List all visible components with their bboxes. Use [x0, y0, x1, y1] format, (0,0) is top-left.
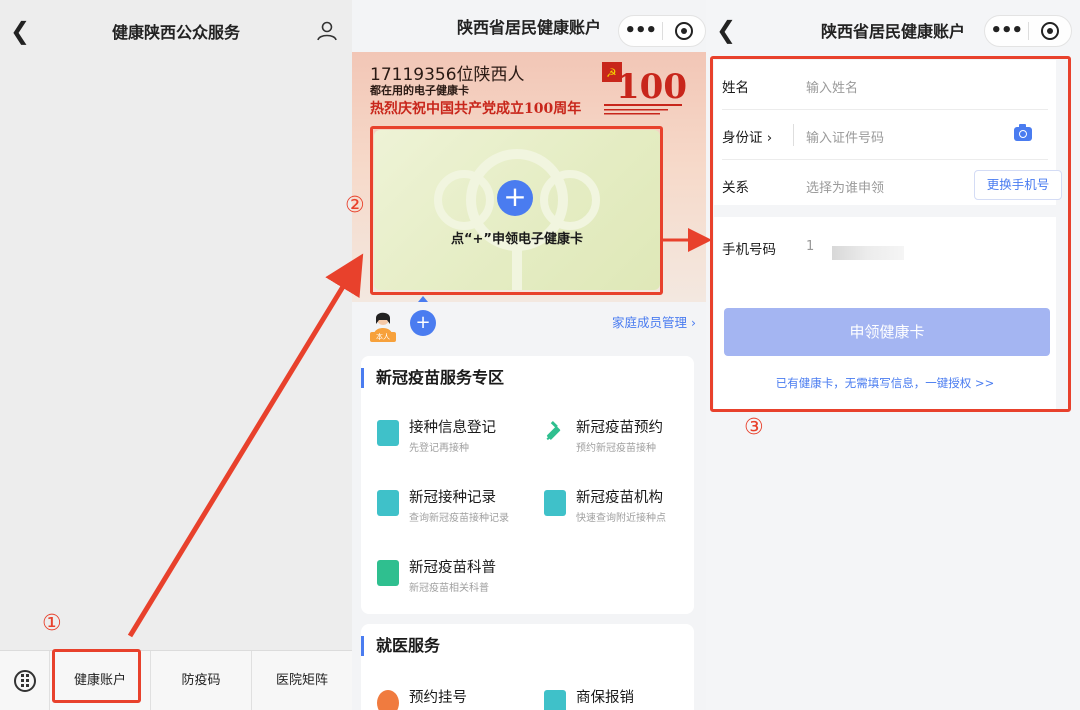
- clipboard-icon: [377, 420, 399, 446]
- service-vaccination-registration[interactable]: 接种信息登记 先登记再接种: [361, 404, 527, 466]
- service-name: 新冠疫苗科普: [409, 560, 496, 576]
- section-title: 就医服务: [361, 636, 440, 656]
- close-miniprogram-icon[interactable]: [662, 22, 705, 40]
- banner-subtitle: 都在用的电子健康卡: [370, 84, 469, 97]
- step-3-label: ③: [744, 415, 764, 440]
- medical-service-section: 就医服务 预约挂号 商保报销: [361, 624, 694, 710]
- party-100-logo: ☭ 100: [602, 62, 686, 115]
- service-appointment[interactable]: 预约挂号: [361, 674, 527, 710]
- service-name: 商保报销: [576, 690, 634, 706]
- back-chevron-icon[interactable]: ❮: [716, 16, 736, 44]
- service-desc: 新冠疫苗相关科普: [409, 583, 489, 594]
- avatar-icon: [374, 312, 392, 334]
- step-2-label: ②: [345, 193, 365, 218]
- indicator-triangle: [418, 296, 428, 302]
- service-vaccine-institution[interactable]: 新冠疫苗机构 快速查询附近接种点: [528, 474, 694, 536]
- miniprogram-capsule: •••: [618, 15, 706, 47]
- add-member-button[interactable]: +: [410, 310, 436, 336]
- annotation-box-1: [52, 649, 141, 703]
- page-title: 健康陕西公众服务: [111, 23, 240, 42]
- menu-hospital-matrix[interactable]: 医院矩阵: [252, 651, 352, 710]
- page-title: 陕西省居民健康账户: [456, 18, 601, 37]
- annotation-box-2: [370, 126, 663, 295]
- logo-100-text: 100: [616, 67, 686, 107]
- service-name: 预约挂号: [409, 690, 467, 706]
- step-1-label: ①: [42, 611, 62, 636]
- service-name: 新冠接种记录: [409, 490, 496, 506]
- record-card-icon: [377, 490, 399, 516]
- nav-bar: 陕西省居民健康账户 •••: [352, 0, 706, 52]
- annotation-box-3: [710, 56, 1071, 412]
- service-name: 接种信息登记: [409, 420, 496, 436]
- section-title: 新冠疫苗服务专区: [361, 368, 504, 388]
- service-desc: 查询新冠疫苗接种记录: [409, 513, 509, 524]
- nav-bar: ❮ 健康陕西公众服务: [0, 0, 352, 62]
- more-icon[interactable]: •••: [619, 15, 662, 47]
- service-desc: 先登记再接种: [409, 443, 469, 454]
- banner-slogan: 热烈庆祝中国共产党成立100周年: [370, 101, 582, 117]
- page-title: 陕西省居民健康账户: [820, 22, 965, 41]
- service-vaccination-record[interactable]: 新冠接种记录 查询新冠疫苗接种记录: [361, 474, 527, 536]
- nav-bar: ❮ 陕西省居民健康账户 •••: [706, 0, 1080, 60]
- panel-health-shaanxi-public: ❮ 健康陕西公众服务 健康账户 防疫码 医院矩阵: [0, 0, 352, 710]
- miniprogram-capsule: •••: [984, 15, 1072, 47]
- insurance-icon: [544, 690, 566, 710]
- back-chevron-icon[interactable]: ❮: [10, 17, 30, 45]
- close-miniprogram-icon[interactable]: [1028, 22, 1071, 40]
- book-icon: [377, 560, 399, 586]
- vaccine-service-section: 新冠疫苗服务专区 接种信息登记 先登记再接种 新冠疫苗预约 预约新冠疫苗接种 新…: [361, 356, 694, 614]
- service-vaccine-science[interactable]: 新冠疫苗科普 新冠疫苗相关科普: [361, 544, 527, 606]
- self-badge: 本人: [370, 332, 396, 342]
- service-insurance-claim[interactable]: 商保报销: [528, 674, 694, 710]
- institution-card-icon: [544, 490, 566, 516]
- more-icon[interactable]: •••: [985, 15, 1028, 47]
- service-name: 新冠疫苗预约: [576, 420, 663, 436]
- menu-epidemic-code[interactable]: 防疫码: [151, 650, 252, 710]
- service-desc: 快速查询附近接种点: [576, 513, 666, 524]
- service-desc: 预约新冠疫苗接种: [576, 443, 656, 454]
- family-management-link[interactable]: 家庭成员管理 ›: [612, 312, 696, 331]
- keyboard-icon[interactable]: [0, 650, 50, 710]
- service-vaccine-booking[interactable]: 新冠疫苗预约 预约新冠疫苗接种: [528, 404, 694, 466]
- appointment-icon: [377, 690, 399, 710]
- avatar[interactable]: 本人: [370, 310, 396, 342]
- panel-health-account-home: 陕西省居民健康账户 ••• 17119356位陕西人 都在用的电子健康卡 热烈庆…: [352, 0, 706, 710]
- family-member-row: 本人 + 家庭成员管理 ›: [352, 296, 706, 346]
- syringe-icon: [546, 420, 561, 441]
- user-icon[interactable]: [316, 20, 338, 42]
- service-name: 新冠疫苗机构: [576, 490, 663, 506]
